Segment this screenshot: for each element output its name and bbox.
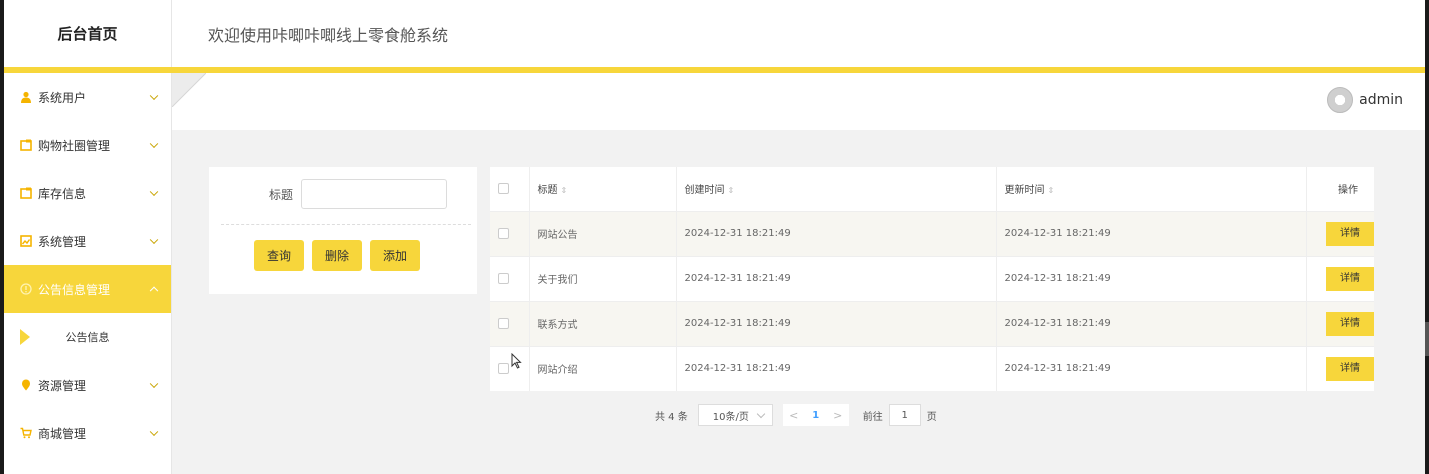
title-label: 标题 (268, 187, 293, 202)
query-button[interactable]: 查询 (254, 240, 305, 271)
detail-button[interactable]: 详情 (1326, 356, 1374, 381)
row-checkbox[interactable] (498, 272, 509, 284)
chevron-down-icon (149, 187, 159, 197)
column-header-title[interactable]: 标题 ⇕ (529, 167, 677, 211)
folder-icon (20, 187, 32, 199)
sidebar-subitem-label: 公告信息 (65, 331, 110, 344)
cell-created: 2024-12-31 18:21:49 (676, 210, 997, 256)
mouse-cursor-icon (511, 352, 523, 373)
table-row[interactable]: 关于我们 2024-12-31 18:21:49 2024-12-31 18:2… (490, 255, 1374, 301)
sidebar-item-label: 资源管理 (38, 378, 87, 393)
search-panel: 标题 查询 删除 添加 (209, 167, 477, 294)
table-row[interactable]: 网站介绍 2024-12-31 18:21:49 2024-12-31 18:2… (490, 345, 1374, 391)
cell-title: 联系方式 (529, 300, 677, 346)
page-size-select[interactable]: 10条/页 (697, 404, 773, 426)
add-button[interactable]: 添加 (370, 240, 421, 271)
cell-updated: 2024-12-31 18:21:49 (996, 210, 1307, 256)
info-icon (20, 283, 32, 295)
cart-icon (20, 427, 32, 439)
location-icon (20, 379, 32, 391)
scrollbar-thumb[interactable] (1425, 322, 1429, 356)
goto-label: 前往 (862, 411, 883, 423)
title-search-input[interactable] (301, 179, 447, 209)
column-header-updated[interactable]: 更新时间 ⇕ (996, 167, 1307, 211)
avatar (1327, 87, 1354, 113)
brand-title[interactable]: 后台首页 (4, 0, 172, 67)
announcement-table: 标题 ⇕ 创建时间 ⇕ 更新时间 ⇕ 操作 网站公告 2024-12-31 18:21… (490, 167, 1374, 391)
sidebar-item-label: 系统用户 (38, 90, 87, 105)
select-all-checkbox[interactable] (498, 183, 509, 194)
row-checkbox[interactable] (498, 227, 509, 239)
search-actions: 查询 删除 添加 (254, 240, 428, 271)
detail-button[interactable]: 详情 (1326, 311, 1374, 336)
page-suffix: 页 (926, 411, 937, 423)
table-header-row: 标题 ⇕ 创建时间 ⇕ 更新时间 ⇕ 操作 (490, 167, 1374, 211)
chevron-down-icon (149, 427, 159, 437)
welcome-text: 欢迎使用咔唧咔唧线上零食舱系统 (208, 25, 449, 45)
column-header-created[interactable]: 创建时间 ⇕ (676, 167, 997, 211)
detail-button[interactable]: 详情 (1326, 221, 1374, 246)
sidebar-item-label: 库存信息 (38, 186, 87, 201)
cell-created: 2024-12-31 18:21:49 (676, 345, 997, 391)
next-page-button[interactable]: > (826, 404, 849, 426)
cell-updated: 2024-12-31 18:21:49 (996, 345, 1307, 391)
table-row[interactable]: 联系方式 2024-12-31 18:21:49 2024-12-31 18:2… (490, 300, 1374, 346)
cell-title: 网站介绍 (529, 345, 677, 391)
search-row: 标题 (209, 179, 447, 209)
username: admin (1359, 92, 1403, 108)
sidebar-toggle-icon[interactable] (171, 72, 207, 108)
sort-icon[interactable]: ⇕ (728, 186, 735, 195)
column-header-actions: 操作 (1338, 185, 1358, 197)
chevron-down-icon (149, 139, 159, 149)
total-count: 共 4 条 (655, 411, 688, 423)
page-size-value: 10条/页 (712, 411, 749, 423)
delete-button[interactable]: 删除 (312, 240, 363, 271)
app-window: 后台首页 欢迎使用咔唧咔唧线上零食舱系统 系统用户 购物社圈管理 库存信息 系统… (4, 0, 1425, 474)
row-checkbox[interactable] (498, 317, 509, 329)
chevron-up-icon (149, 286, 159, 296)
detail-button[interactable]: 详情 (1326, 266, 1374, 291)
sidebar-item-announcement-management[interactable]: 公告信息管理 (4, 265, 171, 313)
sidebar-item-inventory[interactable]: 库存信息 (4, 169, 171, 217)
folder-icon (20, 139, 32, 151)
divider (221, 224, 471, 225)
image-icon (20, 235, 32, 247)
sidebar-subitem-announcement-info[interactable]: 公告信息 (4, 313, 171, 361)
sidebar: 系统用户 购物社圈管理 库存信息 系统管理 公告信息管理 公告信息 资源管理 商… (4, 73, 172, 474)
chevron-down-icon (149, 235, 159, 245)
content-topbar (172, 73, 1425, 130)
cell-updated: 2024-12-31 18:21:49 (996, 300, 1307, 346)
chevron-down-icon (149, 379, 159, 389)
table-row[interactable]: 网站公告 2024-12-31 18:21:49 2024-12-31 18:2… (490, 210, 1374, 256)
cell-title: 关于我们 (529, 255, 677, 301)
sidebar-item-mall-management[interactable]: 商城管理 (4, 409, 171, 457)
page-number-current[interactable]: 1 (804, 404, 827, 426)
cell-title: 网站公告 (529, 210, 677, 256)
row-checkbox[interactable] (498, 363, 509, 374)
chevron-down-icon (149, 91, 159, 101)
sidebar-item-label: 购物社圈管理 (38, 138, 111, 153)
sidebar-item-label: 系统管理 (38, 234, 87, 249)
sidebar-item-system-users[interactable]: 系统用户 (4, 73, 171, 121)
user-icon (20, 91, 32, 103)
sidebar-item-system-management[interactable]: 系统管理 (4, 217, 171, 265)
select-all-cell (490, 167, 530, 211)
sidebar-item-shopping-circle[interactable]: 购物社圈管理 (4, 121, 171, 169)
user-menu[interactable]: admin (1327, 87, 1403, 113)
cell-updated: 2024-12-31 18:21:49 (996, 255, 1307, 301)
sidebar-item-label: 公告信息管理 (38, 282, 111, 297)
goto-page-input[interactable]: 1 (888, 404, 921, 426)
cell-created: 2024-12-31 18:21:49 (676, 300, 997, 346)
prev-page-button[interactable]: < (782, 404, 805, 426)
active-marker-icon (20, 329, 30, 345)
sort-icon[interactable]: ⇕ (561, 186, 568, 195)
top-header: 欢迎使用咔唧咔唧线上零食舱系统 (172, 0, 1425, 67)
cell-created: 2024-12-31 18:21:49 (676, 255, 997, 301)
sidebar-item-resource-management[interactable]: 资源管理 (4, 361, 171, 409)
pagination: 共 4 条 10条/页 < 1 > 前往 1 页 (655, 404, 937, 426)
sort-icon[interactable]: ⇕ (1048, 186, 1055, 195)
sidebar-item-label: 商城管理 (38, 426, 87, 441)
